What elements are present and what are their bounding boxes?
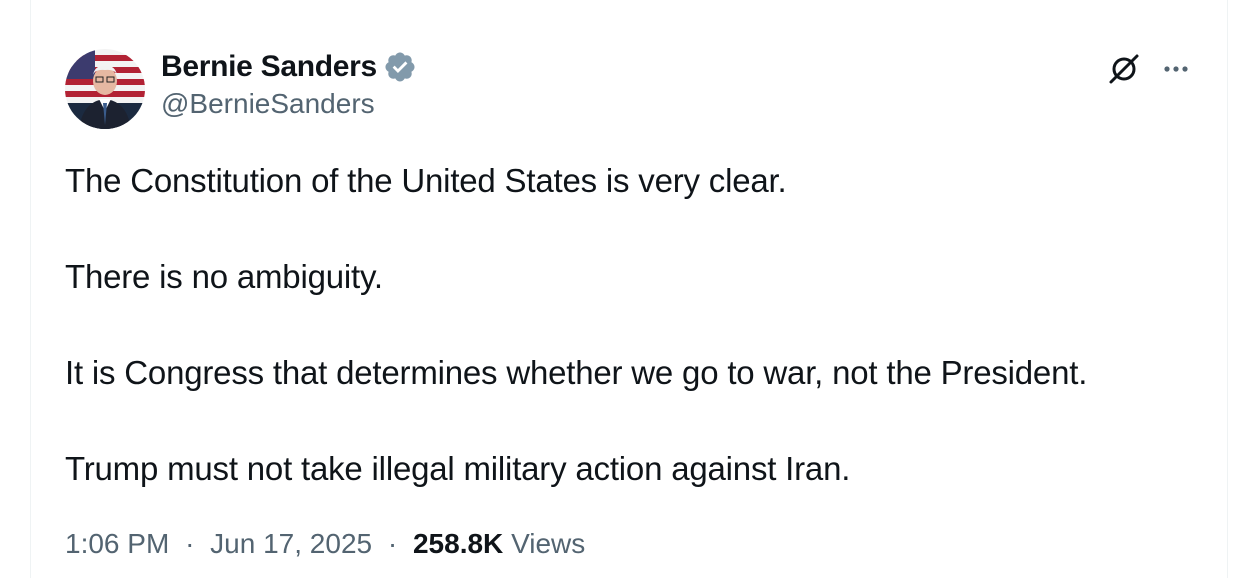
views-label: Views [511,528,586,559]
tweet-meta: 1:06 PM · Jun 17, 2025 · 258.8K Views [65,528,585,560]
verified-badge-icon[interactable] [383,50,417,84]
tweet-paragraph: There is no ambiguity. [65,258,383,295]
tweet-date[interactable]: Jun 17, 2025 [210,528,372,559]
author-handle[interactable]: @BernieSanders [161,88,417,120]
meta-separator: · [185,528,195,559]
display-name-row: Bernie Sanders [161,48,417,86]
author-display-name[interactable]: Bernie Sanders [161,50,377,84]
tweet-card[interactable]: Bernie Sanders @BernieSanders The Consti… [30,0,1228,578]
meta-separator: · [387,528,398,559]
author-info: Bernie Sanders @BernieSanders [161,48,417,120]
tweet-time[interactable]: 1:06 PM [65,528,169,559]
author-avatar[interactable] [65,49,145,129]
views-count[interactable]: 258.8K [413,528,503,559]
tweet-paragraph: Trump must not take illegal military act… [65,450,851,487]
tweet-paragraph: The Constitution of the United States is… [65,162,787,199]
tweet-text: The Constitution of the United States is… [65,158,1185,542]
more-icon[interactable] [1159,52,1193,86]
tweet-actions-top [1107,52,1193,86]
grok-icon[interactable] [1107,52,1141,86]
tweet-paragraph: It is Congress that determines whether w… [65,354,1088,391]
avatar-image [65,49,145,129]
